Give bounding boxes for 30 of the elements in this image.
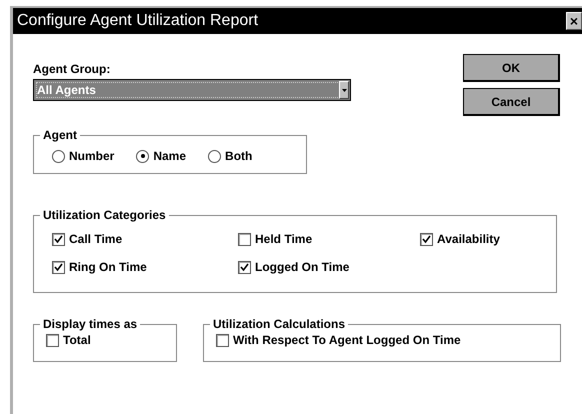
checkbox[interactable] (46, 334, 59, 346)
option-label: Both (225, 149, 252, 163)
checkbox[interactable] (238, 260, 251, 274)
option-label: Held Time (255, 232, 312, 246)
window-title: Configure Agent Utilization Report (16, 12, 258, 30)
dialog-button[interactable]: OK (463, 54, 560, 82)
checkbox[interactable] (216, 334, 229, 346)
option-label: Total (63, 333, 91, 347)
checkbox[interactable] (52, 232, 65, 246)
radio-button[interactable] (52, 150, 65, 162)
option-label: Name (153, 149, 186, 163)
close-button[interactable]: × (566, 12, 582, 30)
dialog-button[interactable]: Cancel (463, 88, 560, 116)
radio-button[interactable] (208, 150, 222, 162)
option-label: Logged On Time (255, 260, 350, 274)
option-label: Call Time (69, 232, 122, 246)
option-label: Availability (437, 232, 500, 246)
radio-button[interactable] (136, 150, 150, 162)
group-title: Utilization Categories (42, 208, 167, 222)
checkbox[interactable] (238, 232, 251, 246)
group-title: Utilization Calculations (212, 317, 346, 331)
agent-group-dropdown[interactable]: All Agents (33, 79, 351, 101)
checkbox[interactable] (52, 260, 65, 274)
field-label: Agent Group: (33, 62, 112, 76)
option-label: Ring On Time (69, 260, 147, 274)
group-title: Agent (42, 128, 78, 142)
checkbox[interactable] (420, 232, 433, 246)
option-label: Number (69, 149, 114, 163)
option-label: With Respect To Agent Logged On Time (233, 333, 461, 347)
group-title: Display times as (42, 317, 138, 331)
